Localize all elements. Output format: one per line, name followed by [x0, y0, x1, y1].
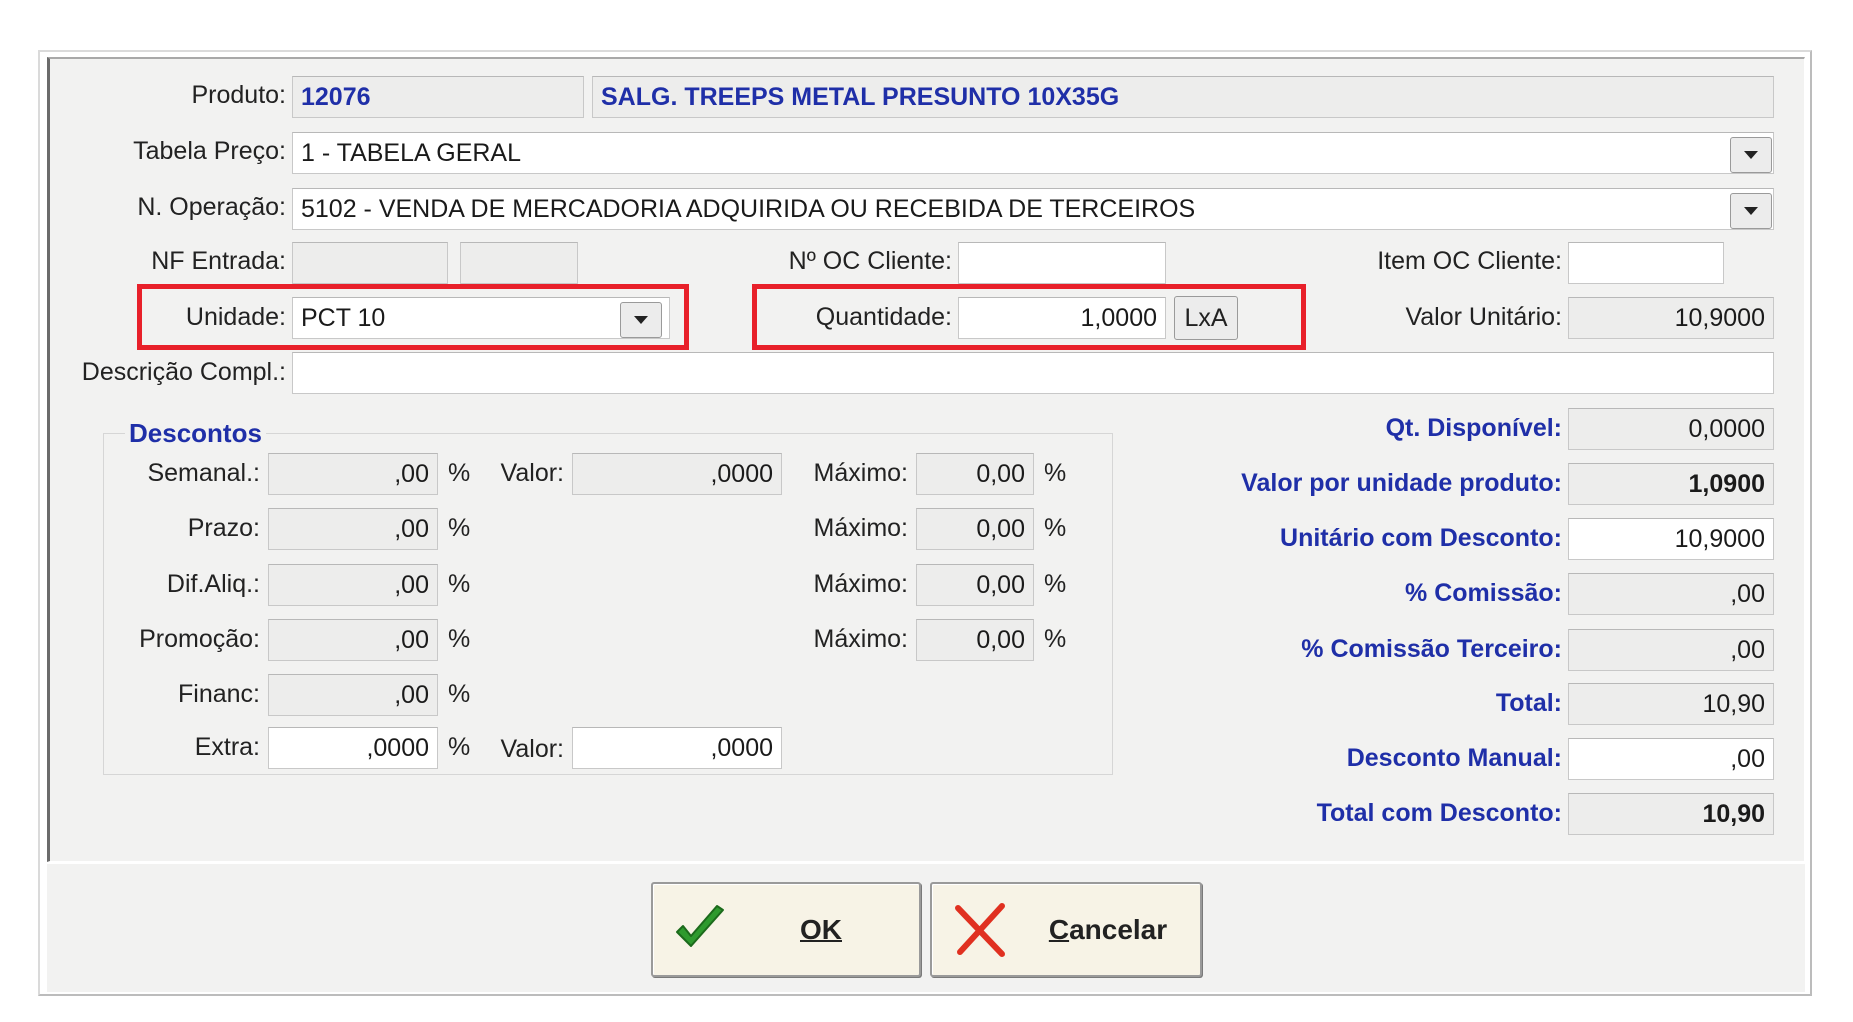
prazo-pct: % [448, 514, 471, 542]
oc-cliente-label: Nº OC Cliente: [788, 247, 952, 275]
unitario-com-desconto-label: Unitário com Desconto: [1280, 524, 1562, 552]
dif-aliq-label: Dif.Aliq.: [166, 570, 260, 598]
produto-name-field[interactable]: SALG. TREEPS METAL PRESUNTO 10X35G [592, 76, 1774, 118]
promocao-field[interactable]: ,00 [268, 619, 438, 661]
extra-valor-field[interactable]: ,0000 [572, 727, 782, 769]
produto-code-field[interactable]: 12076 [292, 76, 584, 118]
total-com-desconto-label: Total com Desconto: [1316, 799, 1562, 827]
tabela-preco-label: Tabela Preço: [133, 137, 286, 165]
unitario-com-desconto-field[interactable]: 10,9000 [1568, 518, 1774, 560]
promocao-maximo-label: Máximo: [813, 625, 908, 653]
ok-button[interactable]: OK [651, 882, 921, 977]
chevron-down-icon [1744, 151, 1758, 159]
valor-unitario-label: Valor Unitário: [1405, 303, 1562, 331]
operacao-label: N. Operação: [137, 193, 286, 221]
operacao-select[interactable]: 5102 - VENDA DE MERCADORIA ADQUIRIDA OU … [292, 188, 1774, 230]
financ-pct: % [448, 680, 471, 708]
comissao-terceiro-label: % Comissão Terceiro: [1301, 635, 1562, 663]
promocao-maximo-pct: % [1044, 625, 1067, 653]
ok-button-label: OK [800, 913, 842, 945]
cancel-rest: ancelar [1069, 913, 1168, 945]
comissao-label: % Comissão: [1405, 579, 1562, 607]
semanal-maximo-pct: % [1044, 459, 1067, 487]
semanal-field[interactable]: ,00 [268, 453, 438, 495]
semanal-maximo-field[interactable]: 0,00 [916, 453, 1034, 495]
item-oc-cliente-label: Item OC Cliente: [1377, 247, 1562, 275]
item-oc-cliente-field[interactable] [1568, 242, 1724, 284]
promocao-maximo-field[interactable]: 0,00 [916, 619, 1034, 661]
operacao-dropdown-button[interactable] [1730, 193, 1772, 229]
nf-entrada-field-1[interactable] [292, 242, 448, 284]
semanal-valor-label: Valor: [500, 459, 564, 487]
button-bar [47, 864, 1805, 992]
promocao-label: Promoção: [139, 625, 260, 653]
descricao-label: Descrição Compl.: [81, 358, 286, 386]
promocao-pct: % [448, 625, 471, 653]
extra-valor-label: Valor: [500, 735, 564, 763]
prazo-maximo-pct: % [1044, 514, 1067, 542]
prazo-maximo-field[interactable]: 0,00 [916, 508, 1034, 550]
dif-aliq-field[interactable]: ,00 [268, 564, 438, 606]
nf-entrada-label: NF Entrada: [151, 247, 286, 275]
financ-label: Financ: [178, 680, 260, 708]
prazo-maximo-label: Máximo: [813, 514, 908, 542]
dif-aliq-pct: % [448, 570, 471, 598]
prazo-label: Prazo: [187, 514, 260, 542]
tabela-preco-select[interactable]: 1 - TABELA GERAL [292, 132, 1774, 174]
semanal-valor-field[interactable]: ,0000 [572, 453, 782, 495]
valor-por-unidade-field[interactable]: 1,0900 [1568, 463, 1774, 505]
cancel-button[interactable]: Cancelar [930, 882, 1202, 977]
qt-disponivel-label: Qt. Disponível: [1385, 414, 1562, 442]
dif-aliq-maximo-field[interactable]: 0,00 [916, 564, 1034, 606]
valor-unitario-field[interactable]: 10,9000 [1568, 297, 1774, 339]
desconto-manual-label: Desconto Manual: [1346, 744, 1562, 772]
desconto-manual-field[interactable]: ,00 [1568, 738, 1774, 780]
qt-disponivel-field[interactable]: 0,0000 [1568, 408, 1774, 450]
comissao-terceiro-field[interactable]: ,00 [1568, 629, 1774, 671]
nf-entrada-field-2[interactable] [460, 242, 578, 284]
extra-field[interactable]: ,0000 [268, 727, 438, 769]
total-com-desconto-field[interactable]: 10,90 [1568, 793, 1774, 835]
cancel-mnemonic: C [1048, 913, 1070, 945]
dif-aliq-maximo-pct: % [1044, 570, 1067, 598]
valor-por-unidade-label: Valor por unidade produto: [1241, 469, 1562, 497]
chevron-down-icon [1744, 207, 1758, 215]
extra-label: Extra: [194, 733, 260, 761]
extra-pct: % [448, 733, 471, 761]
cancel-button-label: Cancelar [932, 914, 1200, 946]
descricao-field[interactable] [292, 352, 1774, 394]
financ-field[interactable]: ,00 [268, 674, 438, 716]
total-field[interactable]: 10,90 [1568, 683, 1774, 725]
produto-label: Produto: [191, 81, 286, 109]
comissao-field[interactable]: ,00 [1568, 573, 1774, 615]
tabela-preco-dropdown-button[interactable] [1730, 137, 1772, 173]
semanal-label: Semanal.: [147, 459, 260, 487]
descontos-title: Descontos [125, 417, 266, 449]
semanal-pct: % [448, 459, 471, 487]
unidade-highlight [137, 284, 689, 350]
oc-cliente-field[interactable] [958, 242, 1166, 284]
dif-aliq-maximo-label: Máximo: [813, 570, 908, 598]
total-label: Total: [1495, 689, 1562, 717]
quantidade-highlight [752, 284, 1306, 350]
prazo-field[interactable]: ,00 [268, 508, 438, 550]
semanal-maximo-label: Máximo: [813, 459, 908, 487]
